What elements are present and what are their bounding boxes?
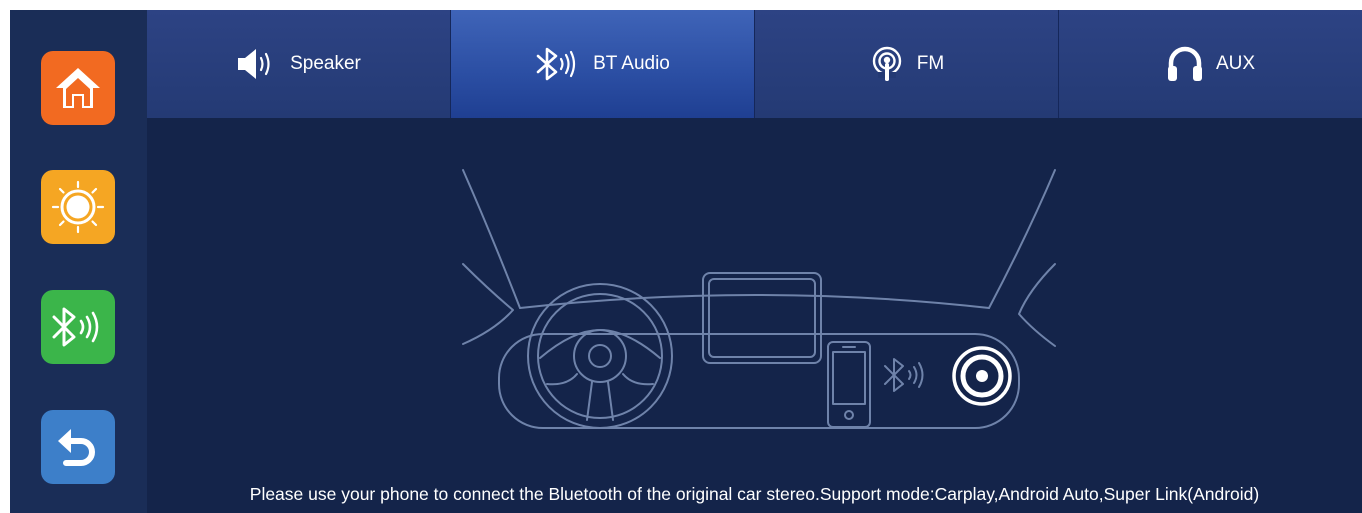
bluetooth-icon bbox=[52, 307, 99, 347]
home-button[interactable] bbox=[41, 51, 115, 125]
tab-aux[interactable]: AUX bbox=[1058, 10, 1362, 118]
speaker-icon bbox=[236, 47, 278, 81]
bluetooth-button[interactable] bbox=[41, 290, 115, 364]
tab-bt-audio-label: BT Audio bbox=[593, 53, 670, 74]
tab-fm[interactable]: FM bbox=[754, 10, 1058, 118]
tab-speaker[interactable]: Speaker bbox=[147, 10, 450, 118]
sidebar bbox=[10, 10, 147, 513]
back-arrow-icon bbox=[58, 429, 95, 466]
car-dashboard-illustration bbox=[462, 169, 1056, 429]
bluetooth-icon bbox=[535, 47, 581, 81]
tab-speaker-label: Speaker bbox=[290, 53, 361, 74]
audio-source-tabs: Speaker BT Audio FM AUX bbox=[147, 10, 1362, 118]
connection-instructions: Please use your phone to connect the Blu… bbox=[249, 484, 1260, 504]
home-icon bbox=[56, 68, 100, 108]
car-stereo-screen: Speaker BT Audio FM AUX Please use your … bbox=[10, 10, 1362, 513]
tab-bt-audio[interactable]: BT Audio bbox=[450, 10, 754, 118]
tab-fm-label: FM bbox=[916, 53, 945, 74]
brightness-button[interactable] bbox=[41, 170, 115, 244]
tab-aux-label: AUX bbox=[1215, 53, 1256, 74]
fm-antenna-icon bbox=[869, 46, 905, 82]
sun-icon bbox=[51, 180, 105, 234]
headphones-icon bbox=[1166, 46, 1204, 82]
back-button[interactable] bbox=[41, 410, 115, 484]
